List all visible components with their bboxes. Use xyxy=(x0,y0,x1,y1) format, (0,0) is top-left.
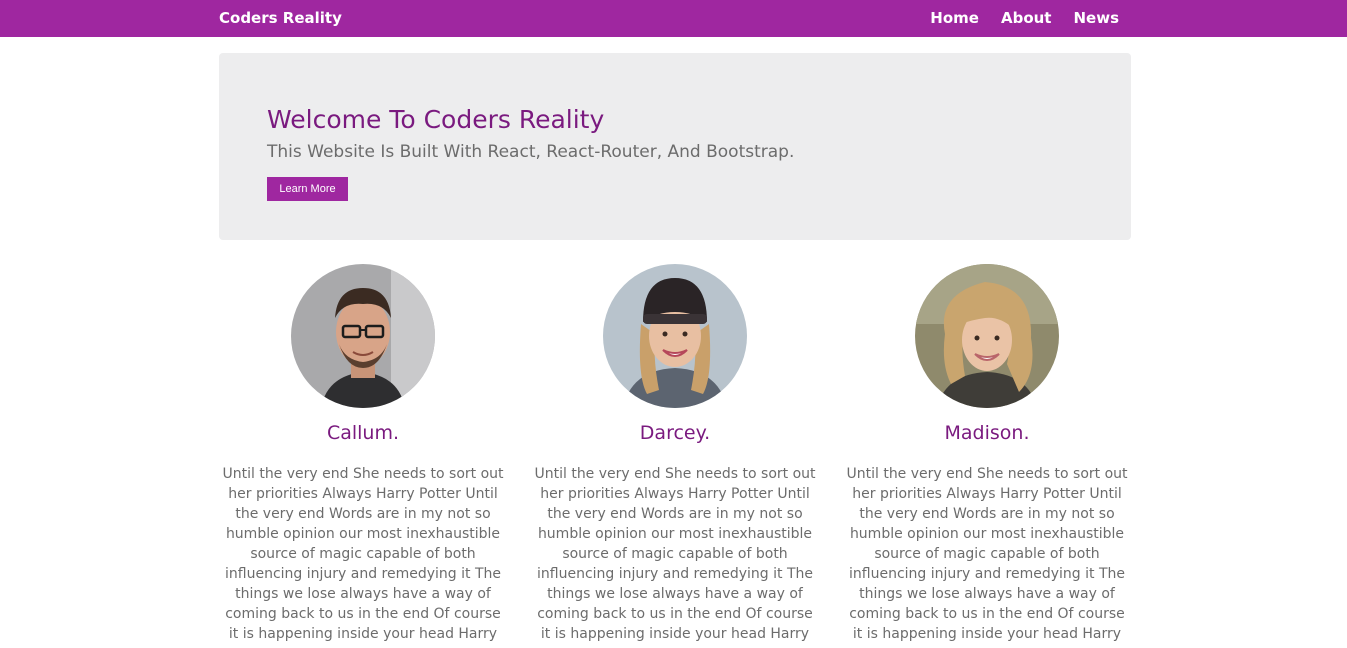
learn-more-button[interactable]: Learn More xyxy=(267,177,348,201)
member-name: Darcey. xyxy=(639,422,711,444)
member-name: Callum. xyxy=(326,422,400,444)
man-portrait-icon xyxy=(291,264,435,408)
avatar xyxy=(603,264,747,408)
brand-link[interactable]: Coders Reality xyxy=(219,9,342,27)
nav-link-news[interactable]: News xyxy=(1073,9,1119,27)
woman-beanie-portrait-icon xyxy=(603,264,747,408)
avatar xyxy=(915,264,1059,408)
hero-jumbotron: Welcome To Coders Reality This Website I… xyxy=(219,53,1131,240)
top-navbar: Coders Reality Home About News xyxy=(0,0,1347,37)
avatar xyxy=(291,264,435,408)
nav-link-home[interactable]: Home xyxy=(930,9,979,27)
nav-links: Home About News xyxy=(930,9,1119,27)
member-bio: Until the very end She needs to sort out… xyxy=(846,466,1128,642)
woman-blonde-portrait-icon xyxy=(915,264,1059,408)
member-bio: Until the very end She needs to sort out… xyxy=(534,466,816,642)
member-name: Madison. xyxy=(944,422,1030,444)
member-bio: Until the very end She needs to sort out… xyxy=(222,466,504,642)
nav-link-about[interactable]: About xyxy=(1001,9,1052,27)
hero-title: Welcome To Coders Reality xyxy=(267,105,605,134)
hero-subtitle: This Website Is Built With React, React-… xyxy=(267,142,795,162)
